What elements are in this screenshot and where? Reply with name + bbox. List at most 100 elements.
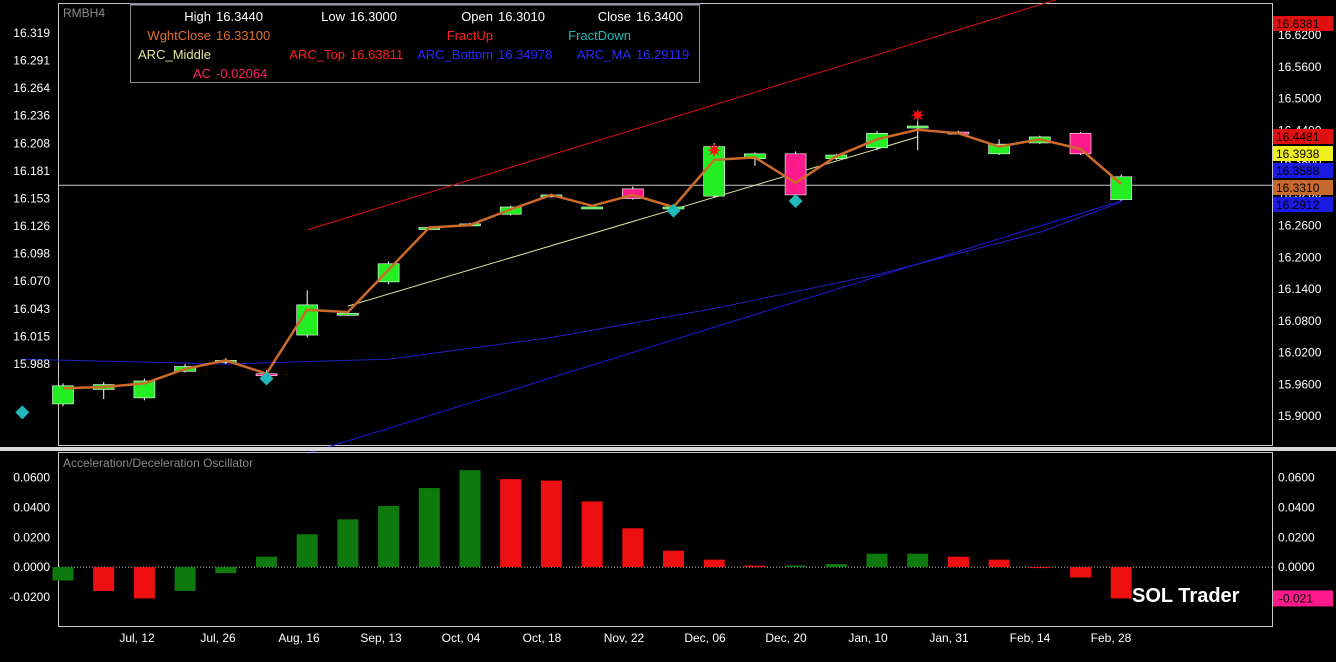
oscillator-bar[interactable] <box>256 556 277 568</box>
price-value-box: 16.6381 <box>1273 16 1333 31</box>
date-tick-label: Jan, 31 <box>929 631 969 645</box>
info-label: ARC_Middle <box>138 47 211 62</box>
oscillator-bar[interactable] <box>1110 567 1132 599</box>
info-label: ARC_Top <box>289 47 345 62</box>
price-value-box: 16.4481 <box>1273 129 1333 144</box>
oscillator-bar[interactable] <box>1029 567 1051 569</box>
oscillator-bar[interactable] <box>337 519 359 568</box>
candle-body <box>581 206 603 210</box>
price-tick-label: 16.208 <box>13 136 50 150</box>
oscillator-bar[interactable] <box>825 564 847 568</box>
oscillator-right-tick-label: 0.0000 <box>1278 560 1315 574</box>
date-tick-label: Jan, 10 <box>848 631 888 645</box>
price-right-tick-label: 16.2600 <box>1278 219 1322 233</box>
oscillator-bar[interactable] <box>378 505 400 568</box>
oscillator-right-tick-label: 0.0200 <box>1278 530 1315 544</box>
svg-text:16.3310: 16.3310 <box>1276 181 1320 195</box>
info-label: AC <box>193 66 211 81</box>
oscillator-bar[interactable] <box>785 565 807 568</box>
oscillator-title: Acceleration/Deceleration Oscillator <box>63 456 253 470</box>
svg-text:16.4481: 16.4481 <box>1276 130 1320 144</box>
symbol-label: RMBH4 <box>63 6 105 20</box>
oscillator-value-box: -0.021 <box>1273 590 1333 607</box>
info-value: 16.34978 <box>498 47 552 62</box>
oscillator-tick-label: 0.0000 <box>13 560 50 574</box>
date-tick-label: Jul, 26 <box>200 631 236 645</box>
oscillator-tick-label: 0.0200 <box>13 530 50 544</box>
price-tick-label: 15.988 <box>13 357 50 371</box>
oscillator-bar[interactable] <box>418 488 440 568</box>
price-right-tick-label: 16.0200 <box>1278 346 1322 360</box>
trading-chart: 16.319 16.291 16.264 16.236 16.208 16.181 16.1… <box>0 0 1336 662</box>
oscillator-bar[interactable] <box>663 550 684 568</box>
oscillator-bar[interactable] <box>296 534 318 568</box>
price-right-tick-label: 15.9600 <box>1278 377 1322 391</box>
price-tick-label: 16.153 <box>13 191 50 205</box>
info-label: ARC_Bottom <box>417 47 493 62</box>
oscillator-tick-label: 0.0400 <box>13 500 50 514</box>
oscillator-bar[interactable] <box>52 567 74 581</box>
price-tick-label: 16.181 <box>13 164 50 178</box>
info-label: FractDown <box>568 28 631 43</box>
svg-text:16.6381: 16.6381 <box>1276 17 1320 31</box>
price-tick-label: 16.319 <box>13 26 50 40</box>
price-tick-label: 16.043 <box>13 302 50 316</box>
price-right-tick-label: 16.5000 <box>1278 92 1322 106</box>
date-tick-label: Oct, 04 <box>442 631 481 645</box>
oscillator-bar[interactable] <box>581 501 603 568</box>
price-tick-label: 16.126 <box>13 219 50 233</box>
date-tick-label: Jul, 12 <box>119 631 155 645</box>
candle[interactable] <box>1069 132 1092 156</box>
candle[interactable] <box>784 151 807 198</box>
oscillator-bar[interactable] <box>540 480 562 568</box>
info-label: FractUp <box>447 28 493 43</box>
price-value-box: 16.2912 <box>1273 197 1333 212</box>
price-right-tick-label: 16.2000 <box>1278 250 1322 264</box>
oscillator-tick-label: 0.0600 <box>13 471 50 485</box>
info-label: Low <box>321 9 345 24</box>
panel-separator[interactable] <box>0 447 1336 451</box>
date-tick-label: Dec, 06 <box>684 631 726 645</box>
candle-body <box>784 153 807 196</box>
oscillator-bar[interactable] <box>744 565 766 568</box>
date-tick-label: Feb, 28 <box>1091 631 1132 645</box>
info-box: High 16.3440 Low 16.3000 Open 16.3010 Close 16.… <box>130 3 700 83</box>
oscillator-bar[interactable] <box>174 567 196 591</box>
info-value: 16.3010 <box>498 9 545 24</box>
oscillator-bar[interactable] <box>500 479 522 568</box>
svg-text:16.2912: 16.2912 <box>1276 198 1320 212</box>
oscillator-bar[interactable] <box>1070 567 1091 578</box>
oscillator-bar[interactable] <box>93 567 115 591</box>
candle-body <box>1110 176 1132 201</box>
price-tick-label: 16.098 <box>13 247 50 261</box>
candle-body <box>337 313 359 316</box>
price-tick-label: 16.264 <box>13 81 50 95</box>
price-tick-label: 16.015 <box>13 329 50 343</box>
price-value-box: 16.3310 <box>1273 180 1333 195</box>
svg-text:16.3938: 16.3938 <box>1276 147 1320 161</box>
info-label: Open <box>461 9 493 24</box>
candle-body <box>906 125 929 129</box>
info-value: 16.63811 <box>350 47 403 62</box>
oscillator-bar[interactable] <box>988 559 1010 568</box>
info-label: WghtClose <box>147 28 211 43</box>
oscillator-right-tick-label: 0.0600 <box>1278 471 1315 485</box>
oscillator-bar[interactable] <box>215 567 237 574</box>
brand-watermark: SOL Trader <box>1132 585 1240 607</box>
info-value: 16.3440 <box>216 9 263 24</box>
oscillator-bar[interactable] <box>866 553 888 568</box>
oscillator-bar[interactable] <box>133 567 155 599</box>
price-tick-label: 16.291 <box>13 54 50 68</box>
date-tick-label: Aug, 16 <box>278 631 320 645</box>
oscillator-bar[interactable] <box>703 559 725 568</box>
oscillator-bar[interactable] <box>947 556 969 568</box>
info-value: 16.29119 <box>636 47 689 62</box>
date-tick-label: Dec, 20 <box>765 631 807 645</box>
svg-text:16.3588: 16.3588 <box>1276 164 1320 178</box>
oscillator-bar[interactable] <box>907 553 929 568</box>
oscillator-bar[interactable] <box>459 470 481 568</box>
oscillator-bar[interactable] <box>622 528 644 568</box>
candle[interactable] <box>377 261 400 285</box>
svg-text:-0.021: -0.021 <box>1279 591 1313 605</box>
price-value-box: 16.3588 <box>1273 163 1333 178</box>
